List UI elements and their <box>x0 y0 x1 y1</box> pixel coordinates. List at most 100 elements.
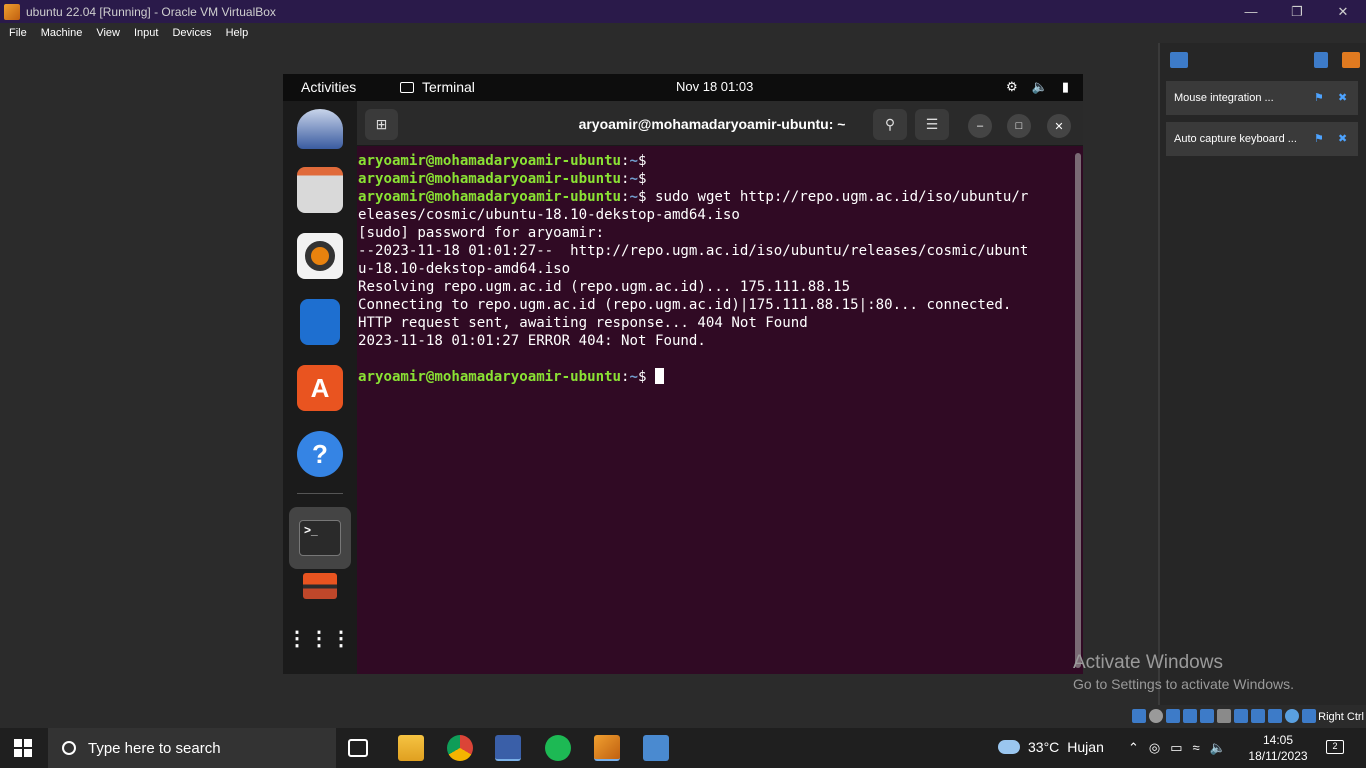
close-window-button[interactable]: ✕ <box>1047 114 1071 138</box>
terminal-window[interactable]: ⊞ aryoamir@mohamadaryoamir-ubuntu: ~ ⚲ ☰… <box>357 101 1083 674</box>
task-view-icon[interactable] <box>348 739 368 757</box>
terminal-line: --2023-11-18 01:01:27-- http://repo.ugm.… <box>358 243 1029 259</box>
cpu-icon[interactable] <box>1285 709 1299 723</box>
network-adapter-icon[interactable] <box>1183 709 1197 723</box>
terminal-line: eleases/cosmic/ubuntu-18.10-dekstop-amd6… <box>358 207 740 223</box>
notification-panel: Mouse integration ... ⚑ ✖ Auto capture k… <box>1158 43 1366 705</box>
terminal-output[interactable]: aryoamir@mohamadaryoamir-ubuntu:~$ aryoa… <box>357 147 1075 674</box>
clock[interactable]: Nov 18 01:03 <box>676 79 753 94</box>
app-menu[interactable]: Terminal <box>400 79 475 95</box>
mouse-integration-icon[interactable] <box>1302 709 1316 723</box>
terminal-line: u-18.10-dekstop-amd64.iso <box>358 261 571 277</box>
minimize-button[interactable]: — <box>1228 0 1274 23</box>
file-explorer-icon[interactable] <box>398 735 424 761</box>
notification-mouse-integration[interactable]: Mouse integration ... ⚑ ✖ <box>1166 81 1358 115</box>
disk-icon[interactable] <box>303 573 337 599</box>
vbox-manager-icon[interactable] <box>643 735 669 761</box>
speaker-icon[interactable]: 🔈 <box>1210 740 1226 756</box>
clear-all-icon[interactable] <box>1342 52 1360 68</box>
new-tab-button[interactable]: ⊞ <box>365 109 398 140</box>
terminal-title: aryoamir@mohamadaryoamir-ubuntu: ~ <box>578 116 846 132</box>
menu-bar: File Machine View Input Devices Help <box>0 23 1366 43</box>
terminal-line: aryoamir@mohamadaryoamir-ubuntu:~$ <box>358 368 1075 386</box>
menu-view[interactable]: View <box>91 27 125 39</box>
app-center-icon[interactable]: A <box>297 365 343 411</box>
thunderbird-icon[interactable] <box>297 109 343 149</box>
battery-icon[interactable]: ▮ <box>1062 79 1069 95</box>
close-button[interactable]: ✕ <box>1320 0 1366 23</box>
menu-button[interactable]: ☰ <box>915 109 949 140</box>
rhythmbox-icon[interactable] <box>297 233 343 279</box>
notification-auto-capture-keyboard[interactable]: Auto capture keyboard ... ⚑ ✖ <box>1166 122 1358 156</box>
ubuntu-vm-taskbar-icon[interactable] <box>594 735 620 761</box>
shared-folders-icon[interactable] <box>1217 709 1231 723</box>
weather-widget[interactable]: 33°C Hujan <box>998 739 1104 755</box>
search-button[interactable]: ⚲ <box>873 109 907 140</box>
audio-icon[interactable] <box>1166 709 1180 723</box>
start-button[interactable] <box>14 739 32 757</box>
maximize-window-button[interactable]: □ <box>1007 114 1031 138</box>
virtualbox-taskbar-icon[interactable] <box>495 735 521 761</box>
menu-devices[interactable]: Devices <box>167 27 216 39</box>
search-icon <box>62 741 76 755</box>
show-apps-icon[interactable]: ⋮⋮⋮ <box>287 615 351 661</box>
terminal-line: aryoamir@mohamadaryoamir-ubuntu:~$ <box>358 171 656 187</box>
display-icon[interactable] <box>1234 709 1248 723</box>
menu-input[interactable]: Input <box>129 27 163 39</box>
ubuntu-guest-screen[interactable]: Activities Terminal Nov 18 01:03 ⚙ 🔈 ▮ A… <box>283 74 1083 674</box>
search-placeholder: Type here to search <box>88 739 221 757</box>
wifi-icon[interactable]: ≈ <box>1193 740 1200 756</box>
files-icon[interactable] <box>297 167 343 213</box>
ubuntu-dock: A ? >_ ⋮⋮⋮ <box>283 101 357 674</box>
spotify-icon[interactable] <box>545 735 571 761</box>
terminal-line: [sudo] password for aryoamir: <box>358 225 605 241</box>
meet-now-icon[interactable]: ◎ <box>1149 740 1160 756</box>
virtualbox-icon <box>4 3 20 20</box>
activation-watermark: Activate Windows Go to Settings to activ… <box>1073 652 1294 692</box>
terminal-icon <box>400 81 414 93</box>
pin-icon[interactable]: ⚑ <box>1314 91 1324 104</box>
terminal-line: 2023-11-18 01:01:27 ERROR 404: Not Found… <box>358 333 706 349</box>
menu-machine[interactable]: Machine <box>36 27 88 39</box>
hard-disk-icon[interactable] <box>1132 709 1146 723</box>
usb-icon[interactable] <box>1200 709 1214 723</box>
time: 14:05 <box>1262 733 1294 747</box>
minimize-window-button[interactable]: – <box>968 114 992 138</box>
recording-icon[interactable] <box>1251 709 1265 723</box>
cloud-rain-icon <box>998 740 1020 754</box>
notification-center-icon[interactable] <box>1170 52 1188 68</box>
temperature: 33°C <box>1028 739 1060 755</box>
chrome-icon[interactable] <box>447 735 473 761</box>
network-icon[interactable]: ⚙ <box>1006 79 1018 95</box>
watermark-subtitle: Go to Settings to activate Windows. <box>1073 676 1294 692</box>
terminal-line: aryoamir@mohamadaryoamir-ubuntu:~$ sudo … <box>358 189 1029 205</box>
restore-button[interactable]: ❐ <box>1274 0 1320 23</box>
action-center-icon[interactable]: 2 <box>1326 740 1344 754</box>
clock[interactable]: 14:05 18/11/2023 <box>1240 732 1316 764</box>
weather-condition: Hujan <box>1067 739 1104 755</box>
menu-help[interactable]: Help <box>221 27 254 39</box>
libreoffice-writer-icon[interactable] <box>300 299 340 345</box>
terminal-cursor <box>655 368 665 384</box>
window-title-bar: ubuntu 22.04 [Running] - Oracle VM Virtu… <box>0 0 1366 23</box>
optical-drive-icon[interactable] <box>1149 709 1163 723</box>
pin-icon[interactable]: ⚑ <box>1314 132 1324 145</box>
terminal-scrollbar[interactable] <box>1075 153 1081 668</box>
virtualization-icon[interactable] <box>1268 709 1282 723</box>
dismiss-icon[interactable]: ✖ <box>1338 91 1347 104</box>
battery-icon[interactable]: ▭ <box>1170 740 1182 756</box>
help-icon[interactable]: ? <box>297 431 343 477</box>
terminal-line: Resolving repo.ugm.ac.id (repo.ugm.ac.id… <box>358 279 851 295</box>
dismiss-icon[interactable]: ✖ <box>1338 132 1347 145</box>
taskbar-search[interactable]: Type here to search <box>48 728 336 768</box>
chevron-up-icon[interactable]: ⌃ <box>1128 740 1139 756</box>
menu-file[interactable]: File <box>4 27 32 39</box>
terminal-header-bar: ⊞ aryoamir@mohamadaryoamir-ubuntu: ~ ⚲ ☰… <box>357 101 1083 146</box>
terminal-dock-icon[interactable]: >_ <box>289 507 351 569</box>
activities-button[interactable]: Activities <box>301 79 356 95</box>
volume-icon[interactable]: 🔈 <box>1032 79 1048 95</box>
terminal-line: aryoamir@mohamadaryoamir-ubuntu:~$ <box>358 153 656 169</box>
notification-label: Mouse integration ... <box>1174 92 1274 104</box>
sort-icon[interactable] <box>1314 52 1328 68</box>
terminal-line: HTTP request sent, awaiting response... … <box>358 315 808 331</box>
